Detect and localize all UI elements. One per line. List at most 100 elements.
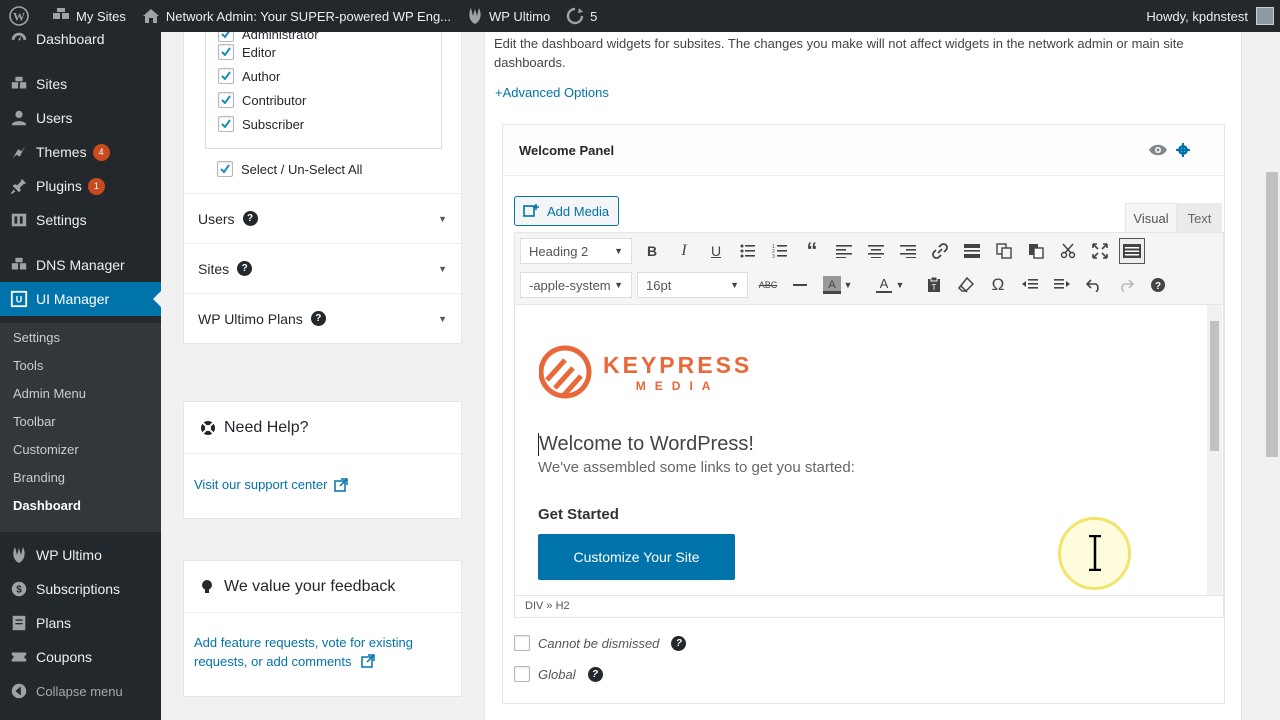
collapse-menu-button[interactable]: Collapse menu bbox=[0, 674, 161, 708]
strikethrough-icon[interactable]: ABC bbox=[755, 272, 781, 298]
global-checkbox[interactable] bbox=[514, 666, 530, 682]
editor-content-area[interactable]: KEYPRESS MEDIA Welcome to WordPress! We'… bbox=[515, 305, 1223, 595]
menu-sites[interactable]: Sites bbox=[0, 67, 161, 101]
help-icon[interactable]: ? bbox=[237, 261, 253, 276]
menu-settings[interactable]: Settings bbox=[0, 203, 161, 237]
gear-icon[interactable] bbox=[1176, 143, 1190, 157]
toolbar-toggle-icon[interactable] bbox=[1119, 238, 1145, 264]
wp-ultimo-menu[interactable]: WP Ultimo bbox=[459, 0, 558, 32]
accordion-users[interactable]: Users ? ▼ bbox=[184, 193, 461, 243]
select-all-row[interactable]: Select / Un-Select All bbox=[217, 161, 362, 177]
role-contributor[interactable]: Contributor bbox=[218, 92, 306, 108]
submenu-admin-menu[interactable]: Admin Menu bbox=[13, 386, 86, 401]
font-family-select[interactable]: -apple-system ▼ bbox=[520, 272, 632, 298]
menu-ui-manager[interactable]: U UI Manager bbox=[0, 282, 161, 316]
chevron-down-icon[interactable]: ▼ bbox=[438, 214, 447, 224]
font-size-select[interactable]: 16pt ▼ bbox=[637, 272, 748, 298]
menu-users[interactable]: Users bbox=[0, 101, 161, 135]
submenu-tools[interactable]: Tools bbox=[13, 358, 43, 373]
checkbox-author[interactable] bbox=[218, 68, 234, 84]
chevron-down-icon[interactable]: ▼ bbox=[438, 314, 447, 324]
advanced-options-link[interactable]: +Advanced Options bbox=[495, 85, 609, 100]
cannot-dismiss-checkbox[interactable] bbox=[514, 635, 530, 651]
menu-plans[interactable]: Plans bbox=[0, 606, 161, 640]
fullscreen-icon[interactable] bbox=[1087, 238, 1113, 264]
dashboard-widgets-panel: Edit the dashboard widgets for subsites.… bbox=[484, 32, 1242, 720]
global-row[interactable]: Global ? bbox=[514, 666, 603, 682]
menu-subscriptions[interactable]: $ Subscriptions bbox=[0, 572, 161, 606]
cut-icon[interactable] bbox=[1055, 238, 1081, 264]
menu-plugins[interactable]: Plugins 1 bbox=[0, 169, 161, 203]
align-left-icon[interactable] bbox=[831, 238, 857, 264]
align-right-icon[interactable] bbox=[895, 238, 921, 264]
add-media-button[interactable]: Add Media bbox=[514, 196, 619, 226]
underline-icon[interactable]: U bbox=[703, 238, 729, 264]
checkbox-contributor[interactable] bbox=[218, 92, 234, 108]
checkbox-subscriber[interactable] bbox=[218, 116, 234, 132]
support-center-link[interactable]: Visit our support center bbox=[194, 477, 327, 492]
plugins-update-badge: 1 bbox=[87, 177, 105, 195]
eye-icon[interactable] bbox=[1148, 143, 1168, 157]
menu-dns-manager[interactable]: DNS Manager bbox=[0, 248, 161, 282]
help-icon[interactable]: ? bbox=[587, 666, 603, 682]
svg-text:U: U bbox=[16, 295, 23, 305]
special-character-icon[interactable]: Ω bbox=[985, 272, 1011, 298]
checkbox-editor[interactable] bbox=[218, 44, 234, 60]
submenu-toolbar[interactable]: Toolbar bbox=[13, 414, 56, 429]
submenu-branding[interactable]: Branding bbox=[13, 470, 65, 485]
help-icon[interactable]: ? bbox=[671, 635, 687, 651]
align-center-icon[interactable] bbox=[863, 238, 889, 264]
indent-icon[interactable] bbox=[1049, 272, 1075, 298]
paste-as-text-icon[interactable]: T bbox=[921, 272, 947, 298]
feature-request-link[interactable]: Add feature requests, vote for existing … bbox=[194, 635, 413, 669]
help-icon[interactable]: ? bbox=[242, 211, 258, 226]
undo-icon[interactable] bbox=[1081, 272, 1107, 298]
menu-wp-ultimo[interactable]: WP Ultimo bbox=[0, 538, 161, 572]
accordion-sites[interactable]: Sites ? ▼ bbox=[184, 243, 461, 293]
help-icon[interactable]: ? bbox=[310, 311, 326, 326]
role-author[interactable]: Author bbox=[218, 68, 280, 84]
menu-coupons[interactable]: Coupons bbox=[0, 640, 161, 674]
submenu-customizer[interactable]: Customizer bbox=[13, 442, 79, 457]
chevron-down-icon[interactable]: ▼ bbox=[841, 272, 855, 298]
bullet-list-icon[interactable] bbox=[735, 238, 761, 264]
editor-scrollbar[interactable] bbox=[1207, 305, 1222, 595]
user-account-menu[interactable]: Howdy, kpdnstest bbox=[1146, 7, 1280, 25]
paste-icon[interactable] bbox=[1023, 238, 1049, 264]
role-editor[interactable]: Editor bbox=[218, 44, 276, 60]
my-sites-menu[interactable]: My Sites bbox=[44, 0, 134, 32]
horizontal-line-icon[interactable] bbox=[787, 272, 813, 298]
feedback-link-row[interactable]: Add feature requests, vote for existing … bbox=[194, 633, 434, 671]
wordpress-logo-icon[interactable]: W bbox=[0, 0, 44, 32]
menu-themes[interactable]: Themes 4 bbox=[0, 135, 161, 169]
blockquote-icon[interactable]: “ bbox=[799, 238, 825, 264]
page-scrollbar[interactable] bbox=[1264, 32, 1280, 720]
editor-scrollbar-thumb[interactable] bbox=[1210, 321, 1219, 451]
numbered-list-icon[interactable]: 123 bbox=[767, 238, 793, 264]
read-more-icon[interactable] bbox=[959, 238, 985, 264]
role-subscriber[interactable]: Subscriber bbox=[218, 116, 304, 132]
bold-icon[interactable]: B bbox=[639, 238, 665, 264]
keyboard-help-icon[interactable]: ? bbox=[1145, 272, 1171, 298]
network-admin-menu[interactable]: Network Admin: Your SUPER-powered WP Eng… bbox=[134, 0, 459, 32]
tab-text[interactable]: Text bbox=[1177, 203, 1222, 233]
tab-visual[interactable]: Visual bbox=[1125, 203, 1177, 233]
accordion-wp-ultimo-plans[interactable]: WP Ultimo Plans ? ▼ bbox=[184, 293, 461, 343]
italic-icon[interactable]: I bbox=[671, 238, 697, 264]
updates-menu[interactable]: 5 bbox=[558, 0, 605, 32]
chevron-down-icon[interactable]: ▼ bbox=[438, 264, 447, 274]
outdent-icon[interactable] bbox=[1017, 272, 1043, 298]
clear-formatting-icon[interactable] bbox=[953, 272, 979, 298]
redo-icon[interactable] bbox=[1113, 272, 1139, 298]
select-all-checkbox[interactable] bbox=[217, 161, 233, 177]
copy-icon[interactable] bbox=[991, 238, 1017, 264]
support-link-row[interactable]: Visit our support center bbox=[194, 477, 349, 492]
chevron-down-icon[interactable]: ▼ bbox=[893, 272, 907, 298]
page-scrollbar-thumb[interactable] bbox=[1266, 172, 1278, 457]
customize-site-button[interactable]: Customize Your Site bbox=[538, 534, 735, 580]
cannot-dismiss-row[interactable]: Cannot be dismissed ? bbox=[514, 635, 687, 651]
link-icon[interactable] bbox=[927, 238, 953, 264]
submenu-settings[interactable]: Settings bbox=[13, 330, 60, 345]
submenu-dashboard[interactable]: Dashboard bbox=[13, 498, 81, 513]
format-select[interactable]: Heading 2 ▼ bbox=[520, 238, 632, 264]
